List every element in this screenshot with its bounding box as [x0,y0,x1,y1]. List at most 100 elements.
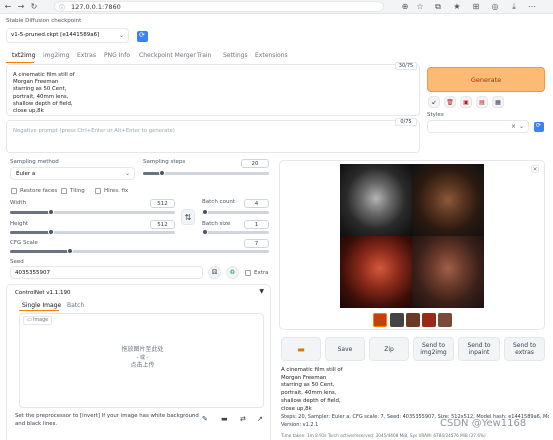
refresh-styles-button[interactable]: ⟳ [534,122,544,132]
forward-icon[interactable]: → [16,2,26,12]
url-text: 127.0.0.1:7860 [71,3,121,11]
batch-size-input[interactable]: 1 [244,220,269,229]
width-slider[interactable] [10,209,175,215]
active-tab-indicator [6,62,34,63]
save-button[interactable]: Save [325,337,365,361]
slider-knob[interactable] [202,209,208,215]
extra-networks-button[interactable]: ▣ [460,96,472,108]
generate-button[interactable]: Generate [427,67,545,92]
sampling-method-select[interactable]: Euler a ⌄ [10,167,135,180]
reload-icon[interactable]: ↻ [29,2,39,12]
width-input[interactable]: 512 [150,199,175,208]
trash-icon: 🗑 [446,98,454,106]
tab-batch[interactable]: Batch [67,302,84,309]
restore-faces-checkbox[interactable] [11,188,17,194]
clear-prompt-button[interactable]: 🗑 [444,96,456,108]
batch-size-slider[interactable] [202,229,269,235]
save-style-button[interactable]: ▦ [492,96,504,108]
batch-count-slider[interactable] [202,209,269,215]
download-icon[interactable]: ⤓ [509,2,519,12]
checkpoint-select[interactable]: v1-5-pruned.ckpt [e1441589a6] ⌄ [6,28,129,43]
profile-icon[interactable]: ◎ [490,2,500,12]
slider-knob[interactable] [158,170,165,176]
height-slider[interactable] [10,229,175,235]
negative-prompt-token-counter: 0/75 [395,118,417,126]
slider-knob[interactable] [202,229,208,235]
cfg-scale-slider[interactable] [10,248,269,254]
hires-fix-label: Hires. fix [104,188,129,194]
prompt-textarea[interactable]: A cinematic film still of Morgan Freeman… [6,64,420,116]
send-to-inpaint-button[interactable]: Send to inpaint [458,337,500,361]
slider-knob[interactable] [48,229,55,235]
sampling-steps-input[interactable]: 20 [241,159,269,168]
read-params-button[interactable]: ↙ [428,96,440,108]
seed-input[interactable]: 4035355907 [10,266,203,279]
tab-extras[interactable]: Extras [77,52,96,59]
slider-knob[interactable] [48,209,55,215]
styles-label: Styles [427,112,444,118]
collections-icon[interactable]: ⊞ [471,2,481,12]
tab-img2img[interactable]: img2img [43,52,69,59]
thumbnail-grid[interactable] [373,313,387,327]
tab-txt2img[interactable]: txt2img [12,52,35,59]
star-icon[interactable]: ☆ [415,2,425,12]
tab-settings[interactable]: Settings [223,52,248,59]
card-icon: ▣ [463,98,469,106]
thumbnail-4[interactable] [438,313,452,327]
height-input[interactable]: 512 [150,220,175,229]
clipboard-icon: ▤ [479,98,485,106]
tab-single-image[interactable]: Single Image [22,302,61,309]
sampling-method-value: Euler a [16,171,36,177]
output-image-2[interactable] [412,164,484,236]
address-bar[interactable]: ⓘ 127.0.0.1:7860 [54,1,384,12]
styles-select[interactable]: × ⌄ [427,120,529,133]
open-folder-button[interactable]: ▬ [281,337,321,361]
swap-dimensions-button[interactable]: ⇅ [181,209,195,225]
send-to-img2img-button[interactable]: Send to img2img [413,337,454,361]
tab-extensions[interactable]: Extensions [255,52,288,59]
refresh-checkpoint-button[interactable]: ⟳ [137,31,148,42]
negative-prompt-textarea[interactable]: Negative prompt (press Ctrl+Enter or Alt… [6,120,420,153]
controlnet-title[interactable]: ControlNet v1.1.190 [15,290,71,296]
extra-seed-checkbox[interactable] [245,270,251,276]
upload-hint: 拖放图片至此处 - 或 - 点击上传 [20,346,265,370]
image-upload-dropzone[interactable]: ▭ Image 拖放图片至此处 - 或 - 点击上传 [19,313,264,408]
more-icon[interactable]: ⋯ [527,2,537,12]
apply-style-button[interactable]: ▤ [476,96,488,108]
output-image-4[interactable] [412,236,484,308]
send-to-extras-button[interactable]: Send to extras [504,337,545,361]
tab-checkpoint-merger[interactable]: Checkpoint Merger [139,52,196,59]
tab-train[interactable]: Train [197,52,211,59]
output-image-3[interactable] [340,236,412,308]
image-icon: ▭ [27,318,32,323]
width-label: Width [10,200,26,206]
save-label: Save [337,345,353,353]
zip-button[interactable]: Zip [369,337,409,361]
tab-png-info[interactable]: PNG Info [104,52,130,59]
sampling-steps-slider[interactable] [143,170,269,176]
camera-icon[interactable]: ▬ [221,415,228,423]
swap-icon[interactable]: ⇄ [240,415,246,423]
thumbnail-2[interactable] [406,313,420,327]
cfg-scale-label: CFG Scale [10,240,38,246]
hires-fix-checkbox[interactable] [95,188,101,194]
thumbnail-3[interactable] [422,313,436,327]
back-icon[interactable]: ← [3,2,13,12]
random-seed-button[interactable]: ⚄ [208,266,221,279]
batch-count-input[interactable]: 4 [244,199,269,208]
favorites-icon[interactable]: ★ [452,2,462,12]
extension-icon[interactable]: ⧉ [433,2,443,12]
thumbnail-1[interactable] [390,313,404,327]
output-image-1[interactable] [340,164,412,236]
tiling-checkbox[interactable] [61,188,67,194]
slider-knob[interactable] [66,248,73,254]
cfg-scale-input[interactable]: 7 [244,239,269,248]
zoom-icon[interactable]: ⊕ [400,2,410,12]
close-icon[interactable]: × [531,165,539,173]
clear-icon[interactable]: × [511,123,516,130]
reuse-seed-button[interactable]: ♻ [226,266,239,279]
output-image-grid[interactable] [340,164,484,308]
collapse-icon[interactable]: ▼ [259,288,264,295]
edit-icon[interactable]: ✎ [202,415,208,423]
send-dimensions-icon[interactable]: ↗ [257,415,263,423]
